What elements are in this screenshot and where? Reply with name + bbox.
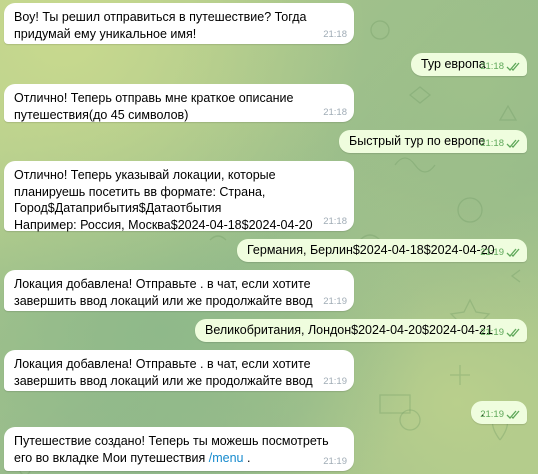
message-time: 21:19 bbox=[480, 247, 504, 258]
message-meta: 21:18 bbox=[323, 29, 347, 40]
message-outgoing[interactable]: . 21:19 bbox=[471, 401, 527, 424]
message-text: Великобритания, Лондон$2024-04-20$2024-0… bbox=[205, 323, 493, 337]
double-check-icon bbox=[506, 62, 520, 71]
message-time: 21:18 bbox=[480, 138, 504, 149]
message-incoming[interactable]: Локация добавлена! Отправьте . в чат, ес… bbox=[4, 350, 354, 391]
message-incoming[interactable]: Локация добавлена! Отправьте . в чат, ес… bbox=[4, 270, 354, 311]
message-time: 21:19 bbox=[480, 327, 504, 338]
message-meta: 21:18 bbox=[480, 138, 520, 149]
message-incoming[interactable]: Путешествие создано! Теперь ты можешь по… bbox=[4, 427, 354, 471]
message-time: 21:18 bbox=[480, 61, 504, 72]
message-meta: 21:19 bbox=[480, 247, 520, 258]
message-time: 21:19 bbox=[323, 296, 347, 307]
message-incoming[interactable]: Воу! Ты решил отправиться в путешествие?… bbox=[4, 3, 354, 44]
message-time: 21:19 bbox=[323, 376, 347, 387]
message-text: Локация добавлена! Отправьте . в чат, ес… bbox=[14, 357, 315, 388]
double-check-icon bbox=[506, 410, 520, 419]
double-check-icon bbox=[506, 328, 520, 337]
message-meta: 21:19 bbox=[323, 376, 347, 387]
chat-history[interactable]: Воу! Ты решил отправиться в путешествие?… bbox=[0, 0, 538, 474]
message-meta: 21:18 bbox=[323, 107, 347, 118]
message-outgoing[interactable]: Германия, Берлин$2024-04-18$2024-04-20 2… bbox=[237, 239, 527, 262]
message-outgoing[interactable]: Быстрый тур по европе 21:18 bbox=[339, 130, 527, 153]
message-text: Воу! Ты решил отправиться в путешествие?… bbox=[14, 10, 310, 41]
message-meta: 21:18 bbox=[323, 216, 347, 227]
message-time: 21:18 bbox=[323, 216, 347, 227]
message-meta: 21:19 bbox=[480, 327, 520, 338]
message-text: Германия, Берлин$2024-04-18$2024-04-20 bbox=[247, 243, 495, 257]
message-meta: 21:19 bbox=[323, 456, 347, 467]
message-meta: 21:19 bbox=[480, 409, 520, 420]
message-incoming[interactable]: Отлично! Теперь отправь мне краткое опис… bbox=[4, 84, 354, 122]
message-incoming[interactable]: Отлично! Теперь указывай локации, которы… bbox=[4, 161, 354, 232]
message-outgoing[interactable]: Тур европа 21:18 bbox=[411, 53, 527, 76]
message-text: Отлично! Теперь указывай локации, которы… bbox=[14, 168, 313, 232]
message-text: Путешествие создано! Теперь ты можешь по… bbox=[14, 433, 346, 466]
message-meta: 21:19 bbox=[323, 296, 347, 307]
double-check-icon bbox=[506, 248, 520, 257]
message-time: 21:18 bbox=[323, 107, 347, 118]
message-time: 21:18 bbox=[323, 29, 347, 40]
message-text-part: Путешествие создано! Теперь ты можешь по… bbox=[14, 434, 333, 465]
message-time: 21:19 bbox=[323, 456, 347, 467]
message-text: Отлично! Теперь отправь мне краткое опис… bbox=[14, 91, 297, 122]
menu-command-link[interactable]: /menu bbox=[209, 451, 244, 465]
message-text-part: . bbox=[243, 450, 251, 465]
message-text: Локация добавлена! Отправьте . в чат, ес… bbox=[14, 277, 315, 308]
message-meta: 21:18 bbox=[480, 61, 520, 72]
double-check-icon bbox=[506, 139, 520, 148]
message-time: 21:19 bbox=[480, 409, 504, 420]
message-outgoing[interactable]: Великобритания, Лондон$2024-04-20$2024-0… bbox=[195, 319, 527, 342]
